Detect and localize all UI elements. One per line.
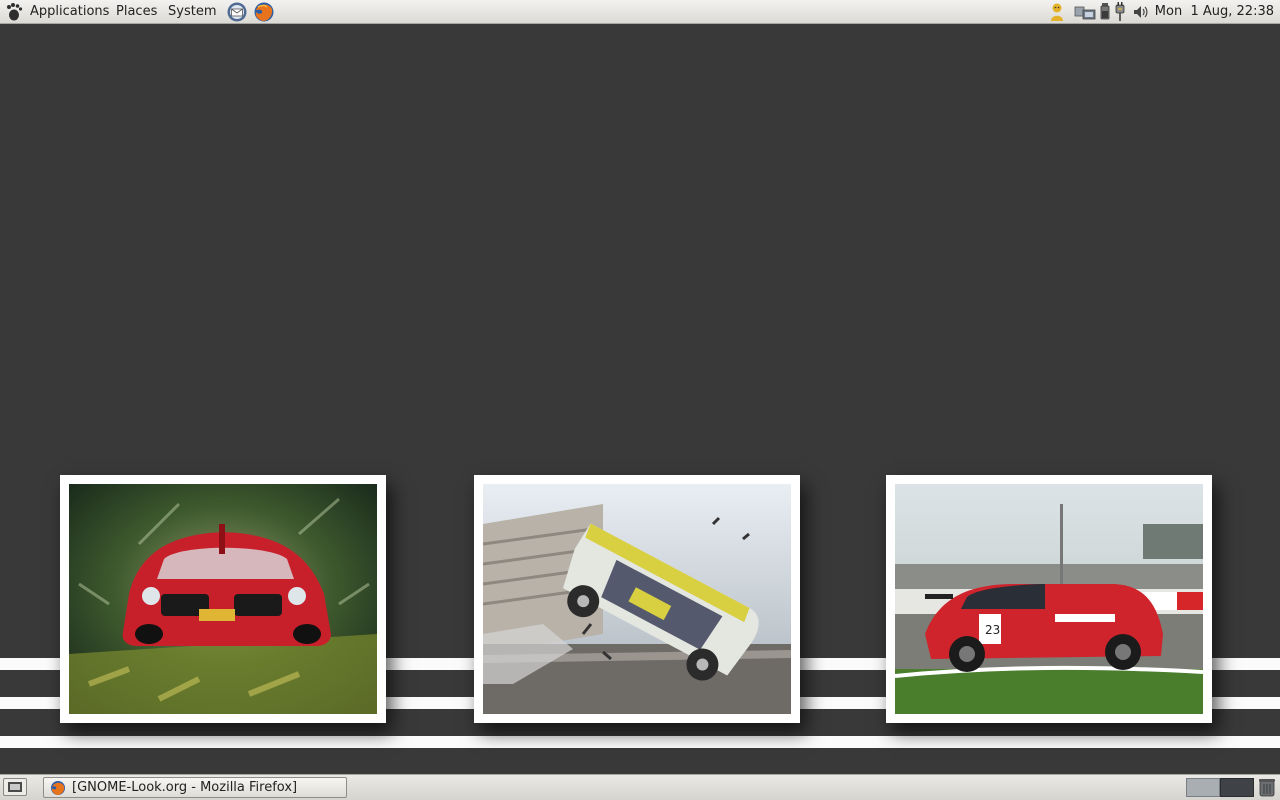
gnome-foot-icon[interactable] [4, 2, 24, 22]
workspace-1[interactable] [1186, 778, 1220, 797]
photo-frame [474, 475, 800, 723]
clock[interactable]: Mon 1 Aug, 22:38 [1155, 0, 1274, 24]
volume-icon[interactable] [1132, 2, 1148, 22]
trash-icon[interactable] [1256, 776, 1278, 798]
firefox-icon[interactable] [253, 1, 275, 23]
red-race-car-photo: 23 [895, 484, 1203, 714]
email-client-icon[interactable] [226, 1, 248, 23]
red-muscle-car-photo [69, 484, 377, 714]
user-status-icon[interactable] [1048, 2, 1066, 22]
desktop-icon [8, 782, 22, 792]
system-menu[interactable]: System [166, 0, 218, 24]
battery-icon[interactable] [1099, 2, 1111, 22]
top-panel: Applications Places System Mon 1 Aug, 22… [0, 0, 1280, 24]
workspace-2[interactable] [1220, 778, 1254, 797]
bottom-panel: [GNOME-Look.org - Mozilla Firefox] [0, 774, 1280, 800]
applications-menu[interactable]: Applications [28, 0, 111, 24]
wallpaper-stripe [0, 736, 1280, 748]
power-plug-icon[interactable] [1113, 2, 1127, 22]
show-desktop-button[interactable] [3, 778, 27, 796]
network-icon[interactable] [1074, 2, 1098, 22]
taskbar-window-button[interactable]: [GNOME-Look.org - Mozilla Firefox] [43, 777, 347, 798]
places-menu[interactable]: Places [114, 0, 159, 24]
photo-frame: 23 [886, 475, 1212, 723]
firefox-icon [51, 781, 65, 795]
photo-frame [60, 475, 386, 723]
svg-text:23: 23 [985, 623, 1000, 637]
taskbar-window-label: [GNOME-Look.org - Mozilla Firefox] [72, 780, 298, 795]
desktop-wallpaper[interactable]: 23 [0, 25, 1280, 774]
crashing-rally-car-photo [483, 484, 791, 714]
